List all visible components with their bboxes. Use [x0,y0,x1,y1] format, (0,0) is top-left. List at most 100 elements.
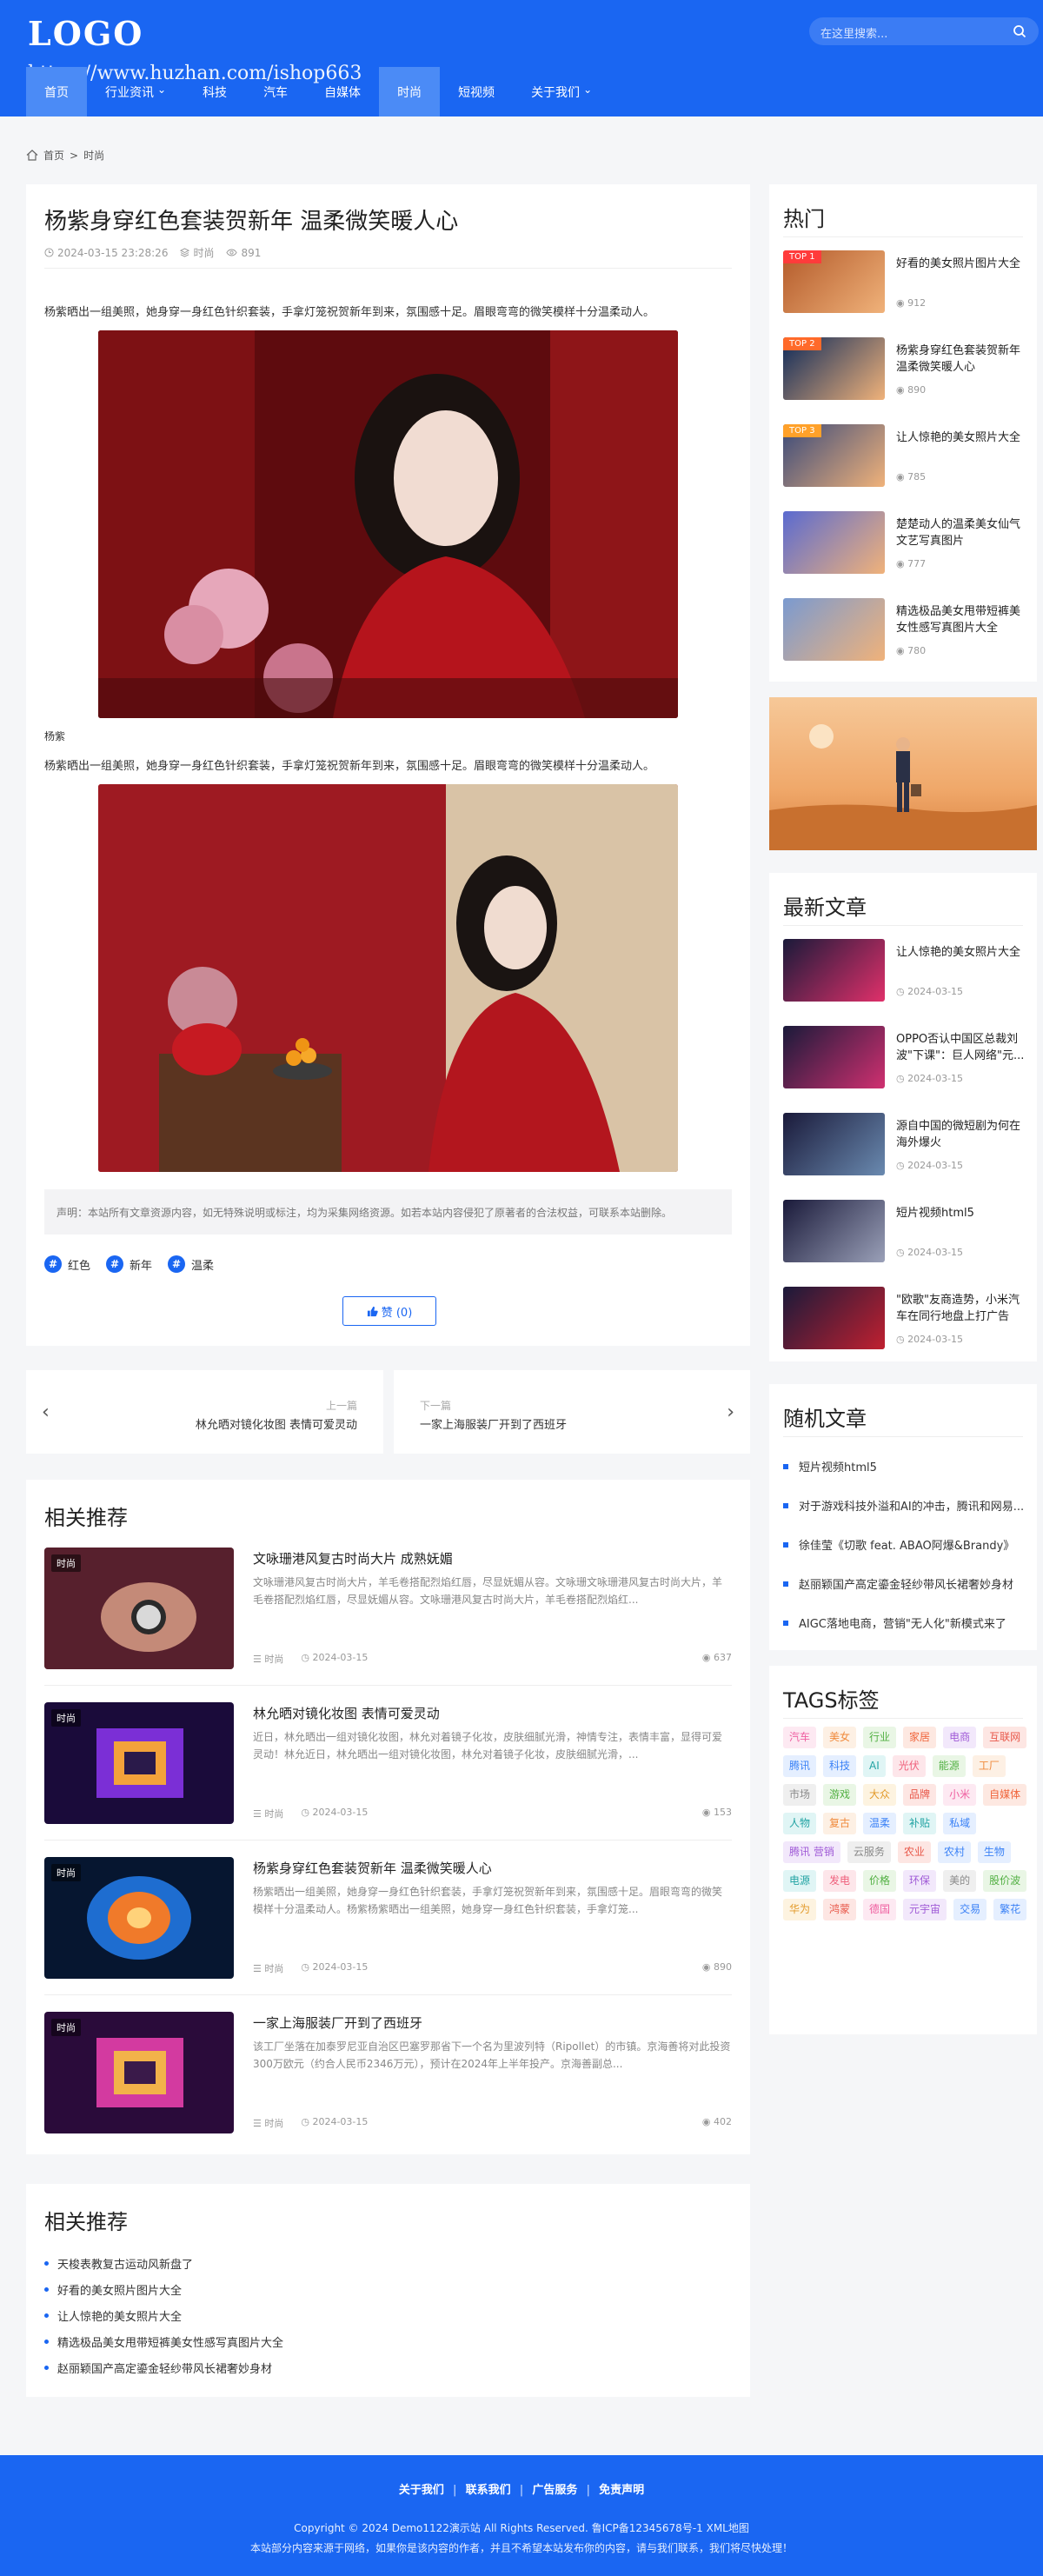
random-link[interactable]: 赵丽颖国产高定鎏金轻纱带风长裙奢妙身材 [783,1564,1028,1603]
latest-item[interactable]: OPPO否认中国区总裁刘波"下课"：巨人网络"元... ◷ 2024-03-15 [783,1026,1026,1088]
latest-thumbnail[interactable] [783,939,885,1002]
tag-chip[interactable]: 科技 [823,1755,857,1777]
hot-item[interactable]: TOP 3 让人惊艳的美女照片大全 ◉ 785 [783,424,1023,487]
hot-thumbnail[interactable] [783,511,885,574]
hot-title[interactable]: 好看的美女照片图片大全 [896,256,1026,272]
related-link[interactable]: 赵丽颖国产高定鎏金轻纱带风长裙奢妙身材 [44,2354,283,2380]
like-button[interactable]: 赞 (0) [342,1296,436,1326]
tag-chip[interactable]: 电商 [943,1727,977,1748]
hot-thumbnail[interactable]: TOP 1 [783,250,885,313]
related-item[interactable]: 时尚 杨紫身穿红色套装贺新年 温柔微笑暖人心 杨紫晒出一组美照，她身穿一身红色针织套… [44,1857,732,1979]
tag-chip[interactable]: 私域 [943,1813,977,1834]
nav-item[interactable]: 时尚 [379,67,441,116]
hot-thumbnail[interactable]: TOP 2 [783,337,885,400]
latest-thumbnail[interactable] [783,1287,885,1349]
related-link[interactable]: 好看的美女照片图片大全 [44,2276,283,2302]
footer-link[interactable]: 关于我们 [390,2484,453,2497]
latest-thumbnail[interactable] [783,1113,885,1175]
tag-chip[interactable]: 自媒体 [983,1784,1027,1806]
latest-item[interactable]: 让人惊艳的美女照片大全 ◷ 2024-03-15 [783,939,1023,1002]
latest-title[interactable]: "欧歌"友商造势，小米汽车在同行地盘上打广告 [896,1292,1026,1325]
search-icon[interactable] [1013,24,1026,38]
related-item[interactable]: 时尚 一家上海服装厂开到了西班牙 该工厂坐落在加泰罗尼亚自治区巴塞罗那省下一个名为里… [44,2012,732,2133]
breadcrumb-home[interactable]: 首页 [43,148,64,163]
related-link[interactable]: 精选极品美女甩带短裤美女性感写真图片大全 [44,2328,283,2354]
tag-chip[interactable]: 环保 [903,1870,937,1892]
tag-chip[interactable]: 温柔 [863,1813,897,1834]
tag-link[interactable]: # 新年 [106,1255,152,1273]
tag-chip[interactable]: 美的 [943,1870,977,1892]
footer-link[interactable]: 联系我们 [457,2484,520,2497]
related-thumbnail[interactable]: 时尚 [44,1548,234,1669]
related-thumbnail[interactable]: 时尚 [44,1702,234,1824]
tag-chip[interactable]: 云服务 [847,1841,891,1863]
tag-chip[interactable]: 繁花 [993,1899,1027,1920]
tag-chip[interactable]: 美女 [823,1727,857,1748]
tag-chip[interactable]: 德国 [863,1899,897,1920]
hot-item[interactable]: 精选极品美女甩带短裤美女性感写真图片大全 ◉ 780 [783,598,1023,661]
related-thumbnail[interactable]: 时尚 [44,1857,234,1979]
next-title[interactable]: 一家上海服装厂开到了西班牙 [420,1415,567,1432]
related-link[interactable]: 让人惊艳的美女照片大全 [44,2302,283,2328]
tag-chip[interactable]: 光伏 [892,1755,926,1777]
related-item[interactable]: 时尚 林允晒对镜化妆图 表情可爱灵动 近日，林允晒出一组对镜化妆图，林允对着镜子化妆… [44,1702,732,1824]
article-category[interactable]: 时尚 [180,245,214,260]
tag-chip[interactable]: 游戏 [823,1784,857,1806]
random-link[interactable]: AIGC落地电商，营销"无人化"新模式来了 [783,1603,1028,1642]
breadcrumb-current[interactable]: 时尚 [83,148,104,163]
related-category[interactable]: ☰ 时尚 [253,1652,283,1666]
related-thumbnail[interactable]: 时尚 [44,2012,234,2133]
tag-chip[interactable]: 农村 [937,1841,971,1863]
related-category[interactable]: ☰ 时尚 [253,1807,283,1821]
related-title[interactable]: 一家上海服装厂开到了西班牙 [253,2014,422,2032]
tag-chip[interactable]: 能源 [932,1755,966,1777]
hot-thumbnail[interactable]: TOP 3 [783,424,885,487]
tag-link[interactable]: # 温柔 [168,1255,214,1273]
hot-title[interactable]: 让人惊艳的美女照片大全 [896,429,1026,446]
hot-title[interactable]: 楚楚动人的温柔美女仙气文艺写真图片 [896,516,1026,549]
tag-chip[interactable]: 品牌 [903,1784,937,1806]
latest-title[interactable]: 源自中国的微短剧为何在海外爆火 [896,1118,1026,1151]
tag-chip[interactable]: 生物 [977,1841,1011,1863]
tag-chip[interactable]: 元宇宙 [903,1899,947,1920]
related-title[interactable]: 杨紫身穿红色套装贺新年 温柔微笑暖人心 [253,1859,492,1877]
tag-chip[interactable]: 农业 [897,1841,931,1863]
footer-link[interactable]: 广告服务 [523,2484,586,2497]
tag-chip[interactable]: 互联网 [983,1727,1027,1748]
latest-item[interactable]: "欧歌"友商造势，小米汽车在同行地盘上打广告 ◷ 2024-03-15 [783,1287,1023,1349]
related-title[interactable]: 林允晒对镜化妆图 表情可爱灵动 [253,1704,440,1722]
random-link[interactable]: 短片视频html5 [783,1447,1028,1486]
search-input[interactable]: 在这里搜索... [820,24,887,41]
tag-link[interactable]: # 红色 [44,1255,90,1273]
latest-title[interactable]: 短片视频html5 [896,1205,1026,1221]
nav-item[interactable]: 汽车 [245,67,306,116]
related-title[interactable]: 文咏珊港风复古时尚大片 成熟妩媚 [253,1549,453,1568]
search-box[interactable]: 在这里搜索... [809,17,1039,45]
next-article-link[interactable]: 下一篇 一家上海服装厂开到了西班牙 › [394,1370,750,1454]
random-link[interactable]: 对于游戏科技外溢和AI的冲击，腾讯和网易... [783,1486,1028,1525]
prev-article-link[interactable]: ‹ 上一篇 林允晒对镜化妆图 表情可爱灵动 [26,1370,383,1454]
hot-item[interactable]: 楚楚动人的温柔美女仙气文艺写真图片 ◉ 777 [783,511,1023,574]
latest-title[interactable]: OPPO否认中国区总裁刘波"下课"：巨人网络"元... [896,1031,1026,1064]
tag-chip[interactable]: 腾讯 营销 [783,1841,840,1863]
tag-chip[interactable]: 小米 [943,1784,977,1806]
footer-link[interactable]: 免责声明 [590,2484,653,2497]
hot-title[interactable]: 杨紫身穿红色套装贺新年 温柔微笑暖人心 [896,343,1026,376]
tag-chip[interactable]: 华为 [783,1899,817,1920]
hot-item[interactable]: TOP 1 好看的美女照片图片大全 ◉ 912 [783,250,1023,313]
related-category[interactable]: ☰ 时尚 [253,2116,283,2130]
prev-title[interactable]: 林允晒对镜化妆图 表情可爱灵动 [196,1415,357,1432]
tag-chip[interactable]: 发电 [823,1870,857,1892]
tag-chip[interactable]: 鸿蒙 [823,1899,857,1920]
hot-item[interactable]: TOP 2 杨紫身穿红色套装贺新年 温柔微笑暖人心 ◉ 890 [783,337,1023,400]
tag-chip[interactable]: 腾讯 [783,1755,817,1777]
hot-title[interactable]: 精选极品美女甩带短裤美女性感写真图片大全 [896,603,1026,636]
nav-item[interactable]: 自媒体 [306,67,379,116]
tag-chip[interactable]: 工厂 [972,1755,1006,1777]
tag-chip[interactable]: 复古 [823,1813,857,1834]
nav-item[interactable]: 短视频 [440,67,513,116]
tag-chip[interactable]: 人物 [783,1813,817,1834]
tag-chip[interactable]: AI [863,1755,886,1777]
nav-item[interactable]: 科技 [184,67,245,116]
site-logo[interactable]: LOGO [28,14,143,53]
